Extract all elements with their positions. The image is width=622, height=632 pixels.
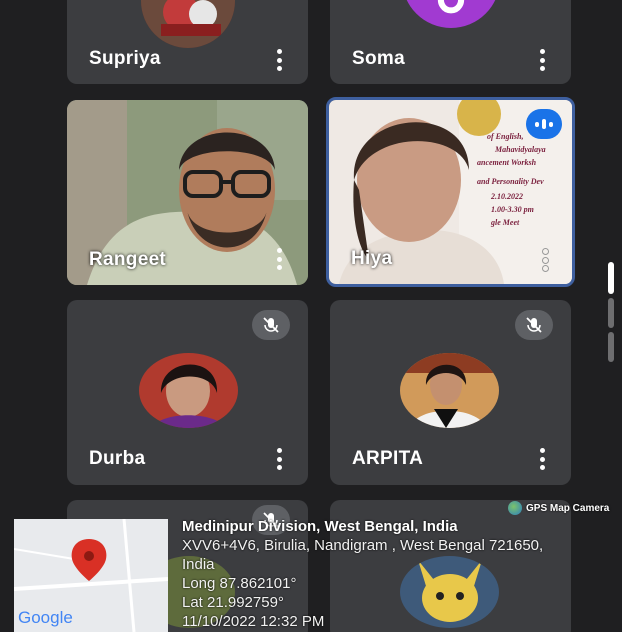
bg-text-line: Mahavidyalaya [495, 145, 546, 154]
bg-text-line: and Personality Dev [477, 177, 544, 186]
more-options-icon[interactable] [276, 448, 282, 470]
gps-map-camera-badge: GPS Map Camera [508, 500, 609, 516]
durba-avatar [139, 353, 238, 428]
participant-name: Durba [89, 448, 146, 469]
participant-tile-soma[interactable]: Soma [330, 0, 571, 84]
google-logo: Google [18, 608, 73, 627]
gps-latitude: Lat 21.992759° [182, 594, 284, 611]
gps-overlay: Google Medinipur Division, West Bengal, … [14, 515, 622, 632]
gps-info: Medinipur Division, West Bengal, India X… [182, 517, 622, 631]
more-options-icon[interactable] [539, 448, 545, 470]
participant-tile-arpita[interactable]: ARPITA [330, 300, 571, 485]
bg-text-line: 2.10.2022 [491, 192, 523, 201]
gps-location-title: Medinipur Division, West Bengal, India [182, 518, 458, 535]
participant-name: ARPITA [352, 448, 424, 469]
gps-address-line: India [182, 556, 215, 573]
gps-longitude: Long 87.862101° [182, 575, 297, 592]
supriya-avatar [141, 0, 235, 48]
more-options-icon[interactable] [276, 248, 282, 270]
soma-avatar [402, 0, 500, 28]
mic-off-icon [515, 310, 553, 340]
more-options-icon[interactable] [276, 49, 282, 71]
participant-name: Supriya [89, 48, 161, 69]
more-options-icon[interactable] [539, 49, 545, 71]
bg-text-line: ancement Worksh [477, 158, 537, 167]
hiya-background-text: of English, Mahavidyalaya ancement Works… [469, 130, 572, 229]
scrollbar-track [608, 298, 614, 328]
more-options-icon[interactable] [540, 248, 550, 272]
map-thumbnail: Google [14, 519, 168, 632]
participant-tile-supriya[interactable]: Supriya [67, 0, 308, 84]
participant-name: Soma [352, 48, 405, 69]
participant-tile-durba[interactable]: Durba [67, 300, 308, 485]
participant-tile-hiya[interactable]: of English, Mahavidyalaya ancement Works… [326, 97, 575, 287]
participant-name: Rangeet [89, 249, 167, 270]
globe-icon [508, 501, 522, 515]
gps-address-line: XVV6+4V6, Birulia, Nandigram , West Beng… [182, 537, 544, 554]
bg-text-line: gle Meet [491, 218, 520, 227]
bg-text-line: 1.00-3.30 pm [491, 205, 534, 214]
mic-off-icon [252, 310, 290, 340]
scrollbar-thumb[interactable] [608, 262, 614, 294]
scrollbar-track [608, 332, 614, 362]
participant-name: Hiya [351, 248, 393, 269]
arpita-avatar [400, 353, 499, 428]
gps-datetime: 11/10/2022 12:32 PM [182, 613, 325, 630]
speaking-indicator-icon [526, 109, 562, 139]
gps-badge-label: GPS Map Camera [526, 502, 610, 514]
participant-tile-rangeet[interactable]: Rangeet [67, 100, 308, 285]
